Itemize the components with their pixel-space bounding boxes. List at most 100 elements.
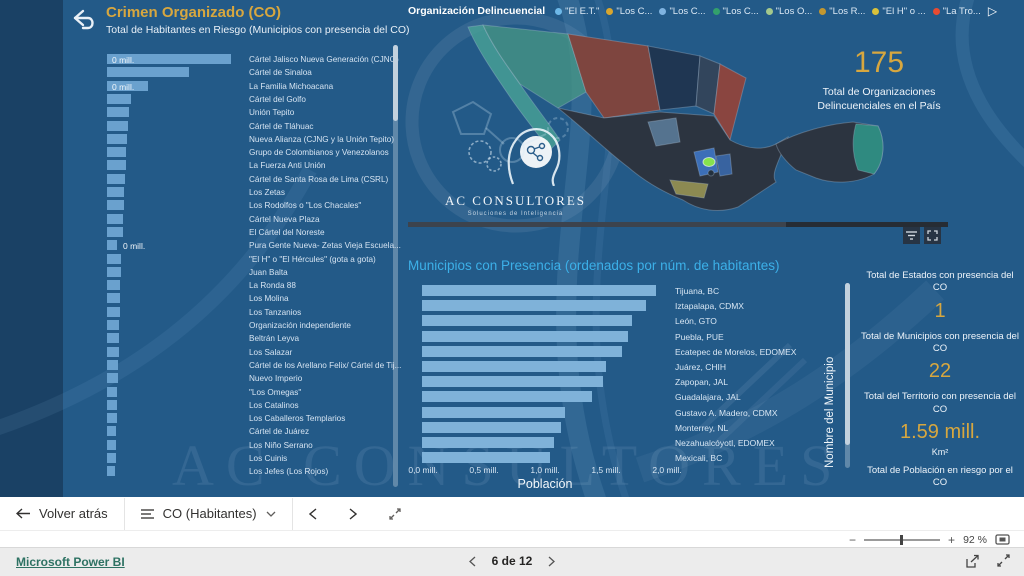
muni-bar[interactable] <box>422 315 632 326</box>
org-bar[interactable] <box>107 187 124 197</box>
org-bar-row[interactable]: "Los Omegas" <box>107 386 399 399</box>
prev-page-button[interactable] <box>293 497 333 530</box>
back-button[interactable]: Volver atrás <box>0 497 124 530</box>
back-arrow-icon[interactable] <box>70 7 96 31</box>
org-chart-scrollbar-thumb[interactable] <box>393 45 398 121</box>
legend-item[interactable]: "Los C... <box>659 6 705 17</box>
org-bar[interactable] <box>107 307 120 317</box>
org-bar-row[interactable]: Los Cuinis <box>107 452 399 465</box>
org-chart-scrollbar[interactable] <box>393 45 398 487</box>
org-bar[interactable] <box>107 387 117 397</box>
muni-bar-row[interactable]: Iztapalapa, CDMX <box>422 299 852 314</box>
page-selector-button[interactable]: CO (Habitantes) <box>125 497 292 530</box>
org-bar[interactable] <box>107 67 189 77</box>
legend-item[interactable]: "Los C... <box>606 6 652 17</box>
legend-item[interactable]: "Los R... <box>819 6 865 17</box>
muni-bar-row[interactable]: Ecatepec de Morelos, EDOMEX <box>422 345 852 360</box>
org-bar-row[interactable]: Los Jefes (Los Rojos) <box>107 465 399 478</box>
next-page-button[interactable] <box>333 497 373 530</box>
muni-bar-row[interactable]: Gustavo A. Madero, CDMX <box>422 406 852 421</box>
fit-to-page-icon[interactable] <box>995 534 1010 545</box>
org-bar[interactable] <box>107 320 119 330</box>
muni-chart-scrollbar-thumb[interactable] <box>845 283 850 445</box>
muni-bar-row[interactable]: Puebla, PUE <box>422 330 852 345</box>
org-bar[interactable] <box>107 373 118 383</box>
org-bar-row[interactable]: Nueva Alianza (CJNG y la Unión Tepito) <box>107 133 399 146</box>
share-icon[interactable] <box>965 554 980 569</box>
org-bar[interactable] <box>107 160 126 170</box>
muni-bar[interactable] <box>422 422 561 433</box>
org-bar[interactable] <box>107 134 127 144</box>
org-bar-row[interactable]: 0 mill.La Familia Michoacana <box>107 80 399 93</box>
org-bar[interactable] <box>107 466 115 476</box>
org-bar-row[interactable]: Cártel de Juárez <box>107 425 399 438</box>
org-bar[interactable] <box>107 214 123 224</box>
org-bar-row[interactable]: Los Salazar <box>107 346 399 359</box>
fullscreen-icon[interactable] <box>997 554 1010 567</box>
muni-bar[interactable] <box>422 391 592 402</box>
org-bar[interactable] <box>107 174 125 184</box>
muni-bar[interactable] <box>422 346 622 357</box>
org-bar-row[interactable]: Cártel de Sinaloa <box>107 66 399 79</box>
expand-toolbar-icon[interactable] <box>373 497 417 530</box>
org-bar[interactable] <box>107 347 119 357</box>
org-bar[interactable] <box>107 267 121 277</box>
muni-bar[interactable] <box>422 285 656 296</box>
org-bar-row[interactable]: Organización independiente <box>107 319 399 332</box>
org-bar[interactable] <box>107 293 120 303</box>
map-horizontal-scrollbar[interactable] <box>408 222 948 227</box>
muni-bar-row[interactable]: León, GTO <box>422 314 852 329</box>
muni-bar-row[interactable]: Juárez, CHIH <box>422 360 852 375</box>
org-bar-row[interactable]: Grupo de Colombianos y Venezolanos <box>107 146 399 159</box>
org-bar-row[interactable]: Cártel Nueva Plaza <box>107 213 399 226</box>
org-bar[interactable] <box>107 280 120 290</box>
muni-bar-row[interactable]: Tijuana, BC <box>422 284 852 299</box>
zoom-in-button[interactable]: + <box>948 534 955 546</box>
org-bar-row[interactable]: 0 mill.Cártel Jalisco Nueva Generación (… <box>107 53 399 66</box>
legend-next-icon[interactable]: ▷ <box>988 4 997 18</box>
muni-bar-row[interactable]: Nezahualcóyotl, EDOMEX <box>422 436 852 451</box>
org-bar[interactable] <box>107 453 116 463</box>
muni-bar[interactable] <box>422 437 554 448</box>
org-bar[interactable] <box>107 413 117 423</box>
muni-bar[interactable] <box>422 407 565 418</box>
org-bar-row[interactable]: Los Rodolfos o "Los Chacales" <box>107 199 399 212</box>
legend-item[interactable]: "El E.T." <box>555 6 599 17</box>
filter-icon[interactable] <box>903 227 920 244</box>
org-bar-row[interactable]: Cártel de Santa Rosa de Lima (CSRL) <box>107 173 399 186</box>
org-bar[interactable] <box>107 94 131 104</box>
legend-item[interactable]: "El H" o ... <box>872 6 925 17</box>
prev-page-footer-icon[interactable] <box>469 556 476 567</box>
org-bar[interactable] <box>107 147 126 157</box>
org-bar-row[interactable]: Juan Balta <box>107 266 399 279</box>
org-bar[interactable] <box>107 400 117 410</box>
zoom-slider[interactable] <box>864 539 940 541</box>
zoom-out-button[interactable]: − <box>849 534 856 546</box>
org-bar-row[interactable]: Cártel de Tláhuac <box>107 120 399 133</box>
legend-item[interactable]: "La Tro... <box>933 6 981 17</box>
muni-bar[interactable] <box>422 361 606 372</box>
org-bar-row[interactable]: Los Tanzanios <box>107 306 399 319</box>
muni-bar-row[interactable]: Monterrey, NL <box>422 421 852 436</box>
org-bar[interactable] <box>107 426 116 436</box>
org-bar-row[interactable]: Nuevo Imperio <box>107 372 399 385</box>
zoom-slider-thumb[interactable] <box>900 535 903 545</box>
org-bar-row[interactable]: Beltrán Leyva <box>107 332 399 345</box>
focus-mode-icon[interactable] <box>924 227 941 244</box>
org-bar[interactable] <box>107 254 121 264</box>
org-bar-row[interactable]: Los Zetas <box>107 186 399 199</box>
map-horizontal-scrollbar-thumb[interactable] <box>408 222 786 227</box>
org-bar-row[interactable]: Los Caballeros Templarios <box>107 412 399 425</box>
org-bar-row[interactable]: Los Niño Serrano <box>107 439 399 452</box>
muni-bar-row[interactable]: Guadalajara, JAL <box>422 390 852 405</box>
org-bar-row[interactable]: El Cártel del Noreste <box>107 226 399 239</box>
org-bar-row[interactable]: La Ronda 88 <box>107 279 399 292</box>
org-bar[interactable] <box>107 240 117 250</box>
legend-item[interactable]: "Los O... <box>766 6 813 17</box>
org-bar-row[interactable]: Cártel de los Arellano Felix/ Cártel de … <box>107 359 399 372</box>
org-bar-row[interactable]: 0 mill.Pura Gente Nueva- Zetas Vieja Esc… <box>107 239 399 252</box>
muni-bar[interactable] <box>422 376 603 387</box>
muni-bar[interactable] <box>422 331 628 342</box>
org-bar[interactable] <box>107 121 128 131</box>
org-bar[interactable] <box>107 440 116 450</box>
